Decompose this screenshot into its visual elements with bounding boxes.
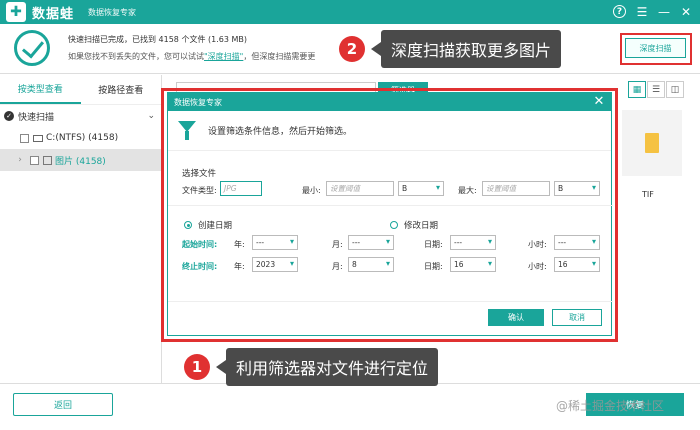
start-month-select[interactable]: ---: [348, 235, 394, 250]
start-time-label: 起始时间:: [182, 240, 218, 249]
end-hour-select[interactable]: 16: [554, 257, 600, 272]
divider: [168, 205, 613, 206]
max-size-label: 最大:: [458, 186, 477, 195]
window-controls: ? ☰ — ✕: [613, 3, 696, 21]
start-year-label: 年:: [234, 240, 245, 249]
view-switcher: ▦ ☰ ◫: [628, 81, 684, 98]
file-label: TIF: [642, 190, 654, 199]
min-size-input[interactable]: 设置阈值: [326, 181, 394, 196]
app-logo-icon: ✚: [6, 2, 26, 22]
drive-checkbox[interactable]: [20, 133, 29, 143]
close-icon[interactable]: ✕: [676, 3, 696, 21]
drive-label: C:(NTFS) (4158): [46, 133, 119, 143]
min-size-label: 最小:: [302, 186, 321, 195]
start-month-label: 月:: [332, 240, 343, 249]
radio-created-label: 创建日期: [198, 221, 233, 231]
grid-icon[interactable]: ▦: [628, 81, 646, 98]
end-month-select[interactable]: 8: [348, 257, 394, 272]
deep-scan-hint: 如果您找不到丢失的文件，您可以试试"深度扫描"，但深度扫描需要更: [68, 52, 316, 61]
scan-result-text: 快速扫描已完成，已找到 4158 个文件 (1.63 MB): [68, 35, 247, 44]
images-checkbox[interactable]: [30, 155, 39, 165]
annotation-number: 2: [339, 36, 365, 62]
end-day-select[interactable]: 16: [450, 257, 496, 272]
annotation-text: 利用筛选器对文件进行定位: [215, 348, 439, 386]
dialog-description: 设置筛选条件信息，然后开始筛选。: [208, 127, 353, 137]
end-day-label: 日期:: [424, 262, 443, 271]
file-thumbnail[interactable]: [622, 110, 682, 176]
annotation-text: 深度扫描获取更多图片: [370, 30, 562, 68]
left-sidebar: 按类型查看 按路径查看 ✓ 快速扫描 ⌄ C:(NTFS) (4158) › 图…: [0, 75, 162, 383]
minimize-icon[interactable]: —: [654, 3, 674, 21]
max-size-unit-select[interactable]: B: [554, 181, 600, 196]
quick-scan-label: 快速扫描: [18, 112, 55, 123]
min-size-unit-select[interactable]: B: [398, 181, 444, 196]
tab-by-type[interactable]: 按类型查看: [0, 75, 81, 104]
menu-icon[interactable]: ☰: [632, 3, 652, 21]
funnel-icon: [178, 120, 196, 141]
end-year-select[interactable]: 2023: [252, 257, 298, 272]
tab-by-path[interactable]: 按路径查看: [81, 75, 162, 104]
start-hour-label: 小时:: [528, 240, 547, 249]
drive-icon: [33, 134, 43, 142]
deep-scan-link[interactable]: "深度扫描": [204, 52, 243, 61]
annotation-2: 2 深度扫描获取更多图片: [339, 30, 562, 68]
end-month-label: 月:: [332, 262, 343, 271]
chevron-right-icon[interactable]: ›: [14, 155, 26, 165]
start-day-label: 日期:: [424, 240, 443, 249]
end-time-label: 终止时间:: [182, 262, 218, 271]
confirm-button[interactable]: 确认: [488, 309, 544, 326]
dialog-title: 数据恢复专家: [174, 97, 222, 107]
start-year-select[interactable]: ---: [252, 235, 298, 250]
radio-modified-date[interactable]: [390, 221, 398, 229]
checkmark-circle-icon: ✓: [4, 111, 14, 121]
start-hour-select[interactable]: ---: [554, 235, 600, 250]
tree-item-images[interactable]: › 图片 (4158): [0, 149, 161, 171]
annotation-1: 1 利用筛选器对文件进行定位: [184, 348, 439, 386]
divider: [168, 301, 613, 302]
help-icon[interactable]: ?: [613, 5, 626, 18]
folder-icon: [645, 133, 659, 153]
max-size-input[interactable]: 设置阈值: [482, 181, 550, 196]
dialog-header: 设置筛选条件信息，然后开始筛选。: [168, 111, 611, 151]
quick-scan-row[interactable]: ✓ 快速扫描 ⌄: [0, 105, 161, 127]
file-type-input[interactable]: JPG: [220, 181, 262, 196]
annotation-number: 1: [184, 354, 210, 380]
radio-created-date[interactable]: [184, 221, 192, 229]
end-year-label: 年:: [234, 262, 245, 271]
cancel-button[interactable]: 取消: [552, 309, 602, 326]
back-button[interactable]: 返回: [13, 393, 113, 416]
section-select-file: 选择文件: [182, 169, 217, 179]
chevron-down-icon[interactable]: ⌄: [147, 111, 155, 121]
detail-icon[interactable]: ◫: [666, 81, 684, 98]
dialog-title-bar: 数据恢复专家 ✕: [168, 93, 611, 111]
filter-dialog: 数据恢复专家 ✕ 设置筛选条件信息，然后开始筛选。 选择文件 文件类型: JPG…: [167, 92, 613, 336]
brand-name: 数据蛙: [32, 6, 75, 22]
radio-modified-label: 修改日期: [404, 221, 439, 231]
title-bar: ✚ 数据蛙 数据恢复专家 ? ☰ — ✕: [0, 0, 700, 24]
window-title: 数据恢复专家: [88, 7, 137, 17]
file-type-label: 文件类型:: [182, 186, 217, 195]
tree-item-drive[interactable]: C:(NTFS) (4158): [0, 127, 161, 149]
end-hour-label: 小时:: [528, 262, 547, 271]
images-label: 图片 (4158): [55, 156, 106, 167]
watermark: @稀土掘金技术社区: [556, 399, 665, 413]
image-icon: [43, 155, 52, 165]
close-icon[interactable]: ✕: [591, 93, 607, 111]
check-circle-icon: [14, 30, 50, 66]
start-day-select[interactable]: ---: [450, 235, 496, 250]
deep-scan-button[interactable]: 深度扫描: [625, 38, 686, 58]
list-icon[interactable]: ☰: [647, 81, 665, 98]
view-mode-tabs: 按类型查看 按路径查看: [0, 75, 161, 105]
